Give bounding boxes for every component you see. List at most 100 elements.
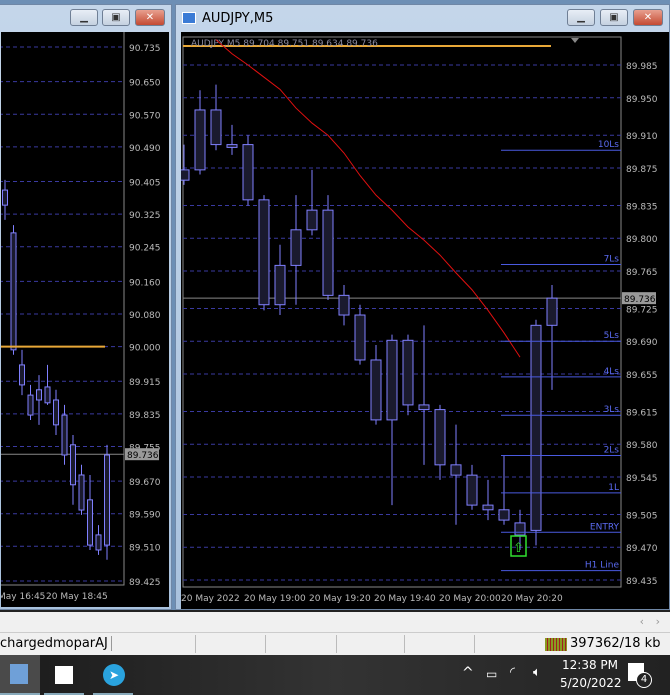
candle [450, 464, 462, 476]
price-tick-label: 89.875 [626, 165, 658, 175]
taskbar-app-telegram[interactable]: ➤ [93, 655, 133, 695]
price-tick-label: 89.590 [129, 511, 161, 521]
time-tick-label: 20 May 2022 [181, 594, 240, 604]
taskbar-app-mt4[interactable] [0, 655, 40, 695]
price-tick-label: 89.580 [626, 441, 658, 451]
price-tick-label: 89.835 [129, 411, 161, 421]
chart-window-icon [182, 12, 196, 24]
candle [274, 264, 286, 306]
time-tick-label: May 16:45 [1, 592, 45, 602]
candle [514, 522, 526, 536]
candle [226, 144, 238, 148]
price-tick-label: 89.655 [626, 371, 658, 381]
candle [418, 404, 430, 411]
clock-time[interactable]: 12:38 PM [562, 658, 618, 672]
time-tick-label: 20 May 20:20 [501, 594, 563, 604]
candle [27, 394, 34, 416]
app-icon [10, 664, 28, 684]
candle [36, 389, 42, 401]
candle [290, 229, 302, 266]
price-tick-label: 90.405 [129, 179, 161, 189]
main-chart[interactable]: 89.985 89.950 89.910 89.875 89.835 89.800 89.7… [181, 32, 669, 609]
candle [70, 444, 76, 486]
candle [354, 314, 366, 361]
candle [434, 409, 446, 466]
price-tick-label: 89.615 [626, 408, 658, 418]
chevron-up-icon[interactable]: ^ [462, 665, 474, 681]
candle [19, 364, 25, 386]
candle [306, 209, 318, 231]
candle [44, 386, 51, 404]
level-label: 4Ls [604, 367, 620, 377]
taskbar-app-notes[interactable] [44, 655, 84, 695]
price-tick-label: 89.765 [626, 268, 658, 278]
battery-icon[interactable]: ▭ [486, 667, 497, 681]
traffic-status: 397362/18 kb [570, 636, 661, 651]
telegram-icon: ➤ [103, 664, 125, 686]
level-label: 3Ls [604, 405, 620, 415]
time-tick-label: 20 May 19:00 [244, 594, 306, 604]
candle [466, 474, 478, 506]
maximize-button[interactable]: ▣ [102, 9, 130, 26]
level-label: 1L [608, 483, 619, 493]
buy-arrow-icon: ⇧ [513, 541, 524, 556]
scroll-left-icon[interactable]: ‹ [640, 615, 644, 628]
price-tick-label: 90.735 [129, 44, 161, 54]
notification-count: 4 [636, 672, 652, 688]
price-tick-label: 90.650 [129, 79, 161, 89]
candle [95, 534, 102, 551]
candle [546, 297, 558, 326]
time-tick-label: 20 May 19:40 [374, 594, 436, 604]
price-tick-label: 89.425 [129, 578, 161, 588]
candle [242, 144, 254, 201]
level-label: 10Ls [598, 140, 619, 150]
maximize-button[interactable]: ▣ [600, 9, 628, 26]
candle [78, 474, 85, 511]
price-tick-label: 89.470 [626, 544, 658, 554]
current-price-label: 89.736 [624, 295, 656, 305]
close-button[interactable]: ✕ [633, 9, 663, 26]
candle [530, 324, 542, 531]
left-chart[interactable]: 90.735 90.650 90.570 90.490 90.405 90.325 90.2… [1, 32, 169, 607]
price-tick-label: 89.725 [626, 305, 658, 315]
main-chart-window: AUDJPY,M5 ▁ ▣ ✕ 89.985 89.950 89.910 89.875… [175, 4, 670, 610]
price-tick-label: 89.985 [626, 62, 658, 72]
window-title: AUDJPY,M5 [202, 11, 274, 26]
volume-icon[interactable]: 🔈︎ [533, 665, 541, 680]
tab-strip: ‹ › [0, 610, 670, 632]
wifi-icon[interactable]: ◜ [510, 665, 515, 680]
minimize-button[interactable]: ▁ [567, 9, 595, 26]
level-label: H1 Line [585, 561, 620, 571]
candle [87, 499, 93, 546]
price-tick-label: 90.325 [129, 211, 161, 221]
left-chart-window: ▁ ▣ ✕ 90.735 90.650 90.570 90.490 90.405 90.3… [0, 4, 172, 610]
level-label: ENTRY [590, 522, 620, 532]
minimize-button[interactable]: ▁ [70, 9, 98, 26]
price-tick-label: 89.545 [626, 474, 658, 484]
current-price-label: 89.736 [127, 451, 159, 461]
price-tick-label: 90.080 [129, 311, 161, 321]
price-tick-label: 89.915 [129, 378, 161, 388]
connection-bars-icon [545, 638, 567, 651]
price-tick-label: 90.490 [129, 144, 161, 154]
time-tick-label: 20 May 19:20 [309, 594, 371, 604]
candle [402, 339, 414, 406]
time-tick-label: 20 May 18:45 [46, 592, 108, 602]
candle [104, 454, 110, 546]
price-tick-label: 90.000 [129, 344, 161, 354]
candle [322, 209, 334, 296]
candle [370, 359, 382, 421]
price-tick-label: 89.800 [626, 235, 658, 245]
clock-date[interactable]: 5/20/2022 [560, 676, 622, 690]
price-tick-label: 89.670 [129, 478, 161, 488]
time-tick-label: 20 May 20:00 [439, 594, 501, 604]
level-label: 5Ls [604, 331, 620, 341]
candle [498, 509, 510, 521]
candle [386, 339, 398, 421]
price-tick-label: 89.435 [626, 577, 658, 587]
close-button[interactable]: ✕ [135, 9, 165, 26]
scroll-right-icon[interactable]: › [656, 615, 660, 628]
price-tick-label: 89.835 [626, 202, 658, 212]
price-tick-label: 89.505 [626, 511, 658, 521]
candle [338, 294, 350, 316]
